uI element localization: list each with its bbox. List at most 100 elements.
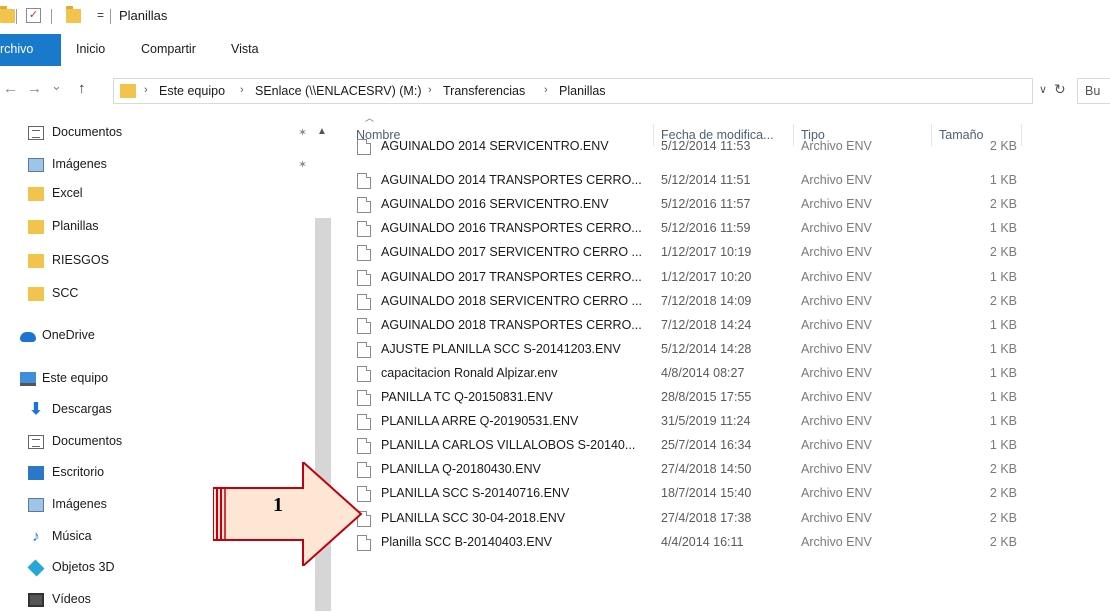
- sidebar-item-label: Este equipo: [42, 371, 109, 385]
- sidebar-item-este-equipo[interactable]: Este equipo: [0, 366, 300, 392]
- file-name: AGUINALDO 2016 TRANSPORTES CERRO...: [381, 221, 642, 236]
- file-type: Archivo ENV: [801, 317, 872, 332]
- breadcrumb-transferencias[interactable]: Transferencias: [443, 84, 525, 98]
- table-row[interactable]: AGUINALDO 2016 SERVICENTRO.ENV 5/12/2016 …: [331, 194, 1110, 218]
- sidebar-item-videos[interactable]: Vídeos: [0, 587, 300, 613]
- table-row[interactable]: PLANILLA SCC 30-04-2018.ENV 27/4/2018 17:…: [331, 508, 1110, 532]
- folder-icon: [120, 84, 136, 98]
- table-row[interactable]: AGUINALDO 2018 SERVICENTRO CERRO ... 7/12…: [331, 291, 1110, 315]
- pin-icon[interactable]: ✶: [298, 126, 307, 139]
- scroll-up-icon[interactable]: ▲: [317, 126, 327, 137]
- table-row[interactable]: PLANILLA ARRE Q-20190531.ENV 31/5/2019 11…: [331, 411, 1110, 435]
- table-row[interactable]: PANILLA TC Q-20150831.ENV 28/8/2015 17:55…: [331, 387, 1110, 411]
- sidebar-item-documentos[interactable]: Documentos: [0, 429, 300, 455]
- file-size: 1 KB: [989, 269, 1017, 284]
- file-date: 28/8/2015 17:55: [661, 390, 752, 404]
- table-row[interactable]: AGUINALDO 2017 SERVICENTRO CERRO ... 1/12…: [331, 242, 1110, 266]
- table-row[interactable]: PLANILLA SCC S-20140716.ENV 18/7/2014 15:…: [331, 483, 1110, 507]
- search-input[interactable]: Bu: [1077, 78, 1110, 104]
- tab-share[interactable]: Compartir: [141, 34, 196, 66]
- document-icon: [28, 126, 44, 140]
- table-row[interactable]: AGUINALDO 2014 TRANSPORTES CERRO... 5/12/…: [331, 170, 1110, 194]
- new-folder-icon[interactable]: [66, 6, 81, 23]
- document-icon: [28, 435, 44, 449]
- breadcrumb-este-equipo[interactable]: Este equipo: [159, 84, 225, 98]
- sidebar-item-onedrive[interactable]: OneDrive: [0, 323, 300, 349]
- file-icon: [357, 245, 371, 262]
- file-list: Nombre Fecha de modifica... Tipo Tamaño …: [331, 114, 1110, 611]
- table-row[interactable]: PLANILLA CARLOS VILLALOBOS S-20140... 25/…: [331, 435, 1110, 459]
- table-row[interactable]: capacitacion Ronald Alpizar.env 4/8/2014 …: [331, 363, 1110, 387]
- file-icon: [357, 173, 371, 190]
- table-row[interactable]: AJUSTE PLANILLA SCC S-20141203.ENV 5/12/2…: [331, 339, 1110, 363]
- breadcrumb-planillas[interactable]: Planillas: [559, 84, 606, 98]
- folder-icon: [28, 187, 44, 201]
- file-name: AGUINALDO 2017 TRANSPORTES CERRO...: [381, 269, 642, 284]
- sidebar-item-imagenes-quick[interactable]: Imágenes ✶: [0, 152, 307, 178]
- breadcrumb-senlace[interactable]: SEnlace (\\ENLACESRV) (M:): [255, 84, 421, 98]
- chevron-right-icon[interactable]: ›: [428, 84, 432, 96]
- file-size: 1 KB: [989, 438, 1017, 453]
- file-size: 2 KB: [989, 139, 1017, 153]
- table-row[interactable]: AGUINALDO 2016 TRANSPORTES CERRO... 5/12/…: [331, 218, 1110, 242]
- address-bar[interactable]: › Este equipo › SEnlace (\\ENLACESRV) (M…: [113, 78, 1033, 104]
- back-arrow-icon[interactable]: ←: [3, 80, 18, 97]
- up-arrow-icon[interactable]: ↑: [78, 80, 86, 97]
- file-type: Archivo ENV: [801, 486, 872, 501]
- chevron-right-icon[interactable]: ›: [240, 84, 244, 96]
- file-size: 2 KB: [989, 510, 1017, 525]
- file-name: AGUINALDO 2018 TRANSPORTES CERRO...: [381, 317, 642, 332]
- chevron-right-icon[interactable]: ›: [144, 84, 148, 96]
- file-icon: [357, 293, 371, 310]
- address-dropdown-icon[interactable]: ∨: [1039, 83, 1047, 96]
- tab-label: rchivo: [0, 42, 34, 56]
- sidebar-item-descargas[interactable]: ⬇ Descargas: [0, 397, 300, 423]
- file-type: Archivo ENV: [801, 510, 872, 525]
- pin-icon[interactable]: ✶: [298, 158, 307, 171]
- file-size: 1 KB: [989, 390, 1017, 404]
- sidebar-item-documentos-quick[interactable]: Documentos ✶: [0, 120, 307, 146]
- customize-quick-access-icon[interactable]: =: [97, 8, 104, 22]
- file-date: 7/12/2018 14:09: [661, 293, 752, 308]
- tab-view[interactable]: Vista: [231, 34, 259, 66]
- sidebar-item-riesgos[interactable]: RIESGOS: [0, 248, 300, 274]
- file-icon: [357, 221, 371, 238]
- file-name: AGUINALDO 2017 SERVICENTRO CERRO ...: [381, 245, 642, 260]
- file-date: 4/8/2014 08:27: [661, 365, 745, 380]
- file-date: 7/12/2018 14:24: [661, 317, 752, 332]
- folder-icon[interactable]: [0, 6, 15, 23]
- folder-icon: [28, 254, 44, 268]
- file-size: 1 KB: [989, 341, 1017, 356]
- sidebar-item-label: OneDrive: [42, 328, 95, 342]
- recent-locations-icon[interactable]: ⌄: [51, 78, 62, 94]
- refresh-icon[interactable]: ↻: [1054, 81, 1066, 98]
- sidebar-item-planillas[interactable]: Planillas: [0, 214, 300, 240]
- folder-icon: [28, 287, 44, 301]
- file-name: Planilla SCC B-20140403.ENV: [381, 534, 552, 549]
- sidebar-item-excel[interactable]: Excel: [0, 181, 300, 207]
- file-name: capacitacion Ronald Alpizar.env: [381, 365, 558, 380]
- tab-home[interactable]: Inicio: [76, 34, 105, 66]
- file-size: 1 KB: [989, 414, 1017, 429]
- file-date: 5/12/2014 11:53: [661, 139, 751, 153]
- file-date: 5/12/2016 11:57: [661, 197, 751, 212]
- tab-file[interactable]: rchivo: [0, 34, 61, 66]
- file-name: PLANILLA ARRE Q-20190531.ENV: [381, 414, 579, 429]
- image-icon: [28, 498, 44, 512]
- file-type: Archivo ENV: [801, 438, 872, 453]
- table-row[interactable]: AGUINALDO 2014 SERVICENTRO.ENV 5/12/2014 …: [331, 136, 1110, 160]
- properties-check-icon[interactable]: ✓: [26, 8, 41, 23]
- table-row[interactable]: AGUINALDO 2017 TRANSPORTES CERRO... 1/12/…: [331, 267, 1110, 291]
- forward-arrow-icon[interactable]: →: [27, 80, 42, 97]
- sidebar-item-label: Documentos: [52, 125, 123, 139]
- sidebar-item-label: Excel: [52, 186, 83, 200]
- file-name: AGUINALDO 2014 TRANSPORTES CERRO...: [381, 173, 642, 188]
- sidebar-item-label: Planillas: [52, 219, 99, 233]
- separator: [110, 9, 111, 24]
- chevron-right-icon[interactable]: ›: [544, 84, 548, 96]
- file-icon: [357, 341, 371, 358]
- sidebar-item-scc[interactable]: SCC: [0, 281, 300, 307]
- table-row[interactable]: PLANILLA Q-20180430.ENV 27/4/2018 14:50 Ar…: [331, 459, 1110, 483]
- table-row[interactable]: AGUINALDO 2018 TRANSPORTES CERRO... 7/12/…: [331, 315, 1110, 339]
- table-row[interactable]: Planilla SCC B-20140403.ENV 4/4/2014 16:1…: [331, 532, 1110, 556]
